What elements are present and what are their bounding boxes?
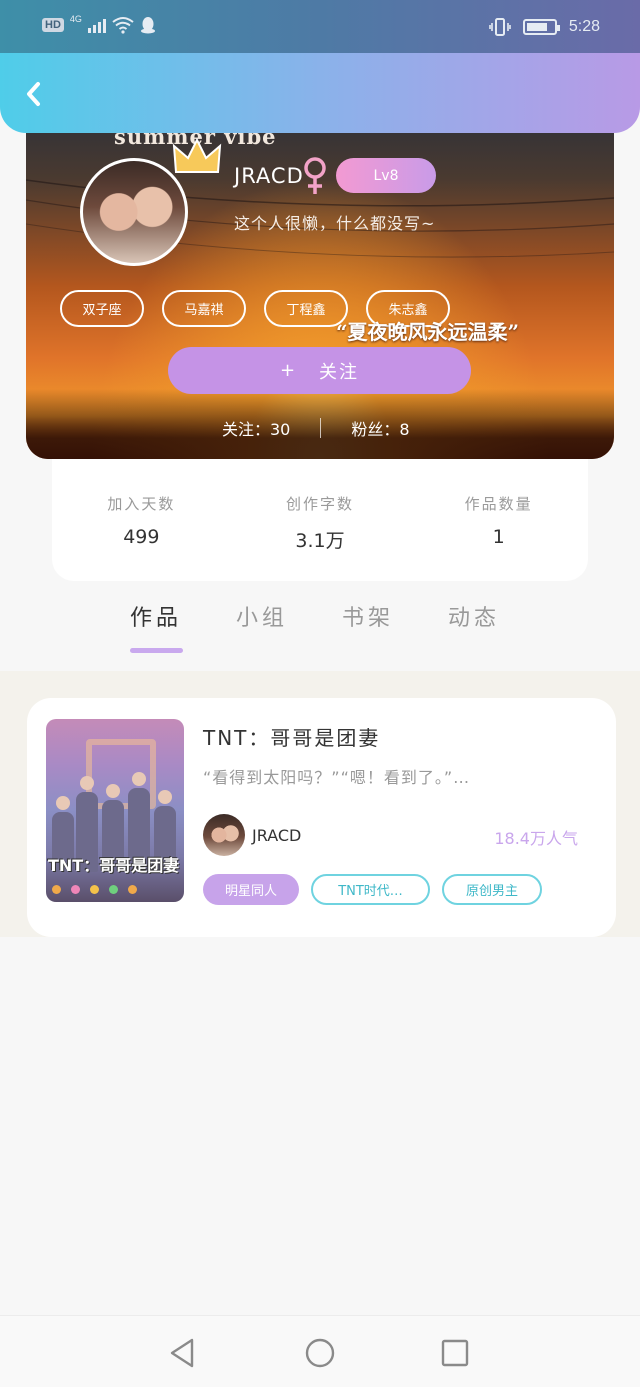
profile-tag[interactable]: 双子座	[60, 290, 144, 327]
work-tag[interactable]: TNT时代…	[311, 874, 430, 905]
recents-square-icon[interactable]	[438, 1336, 472, 1370]
stat-label: 创作字数	[286, 495, 355, 513]
stat-join-days: 加入天数 499	[52, 459, 231, 581]
bio-text: 这个人很懒，什么都没写~	[234, 214, 436, 233]
clock: 5:28	[568, 18, 600, 35]
wifi-icon	[112, 17, 134, 34]
author-name[interactable]: JRACD	[252, 826, 301, 845]
tab-activity[interactable]: 动态	[448, 600, 500, 632]
stat-value: 1	[492, 526, 505, 548]
back-button[interactable]	[16, 77, 50, 111]
profile-banner: summer vibe JRACD Lv8 这个人很懒，什么都没写~ 双子座 马…	[26, 100, 614, 459]
stat-word-count: 创作字数 3.1万	[231, 459, 410, 581]
signal-icon	[87, 17, 106, 33]
work-cover-image[interactable]: TNT：哥哥是团妻	[46, 719, 184, 902]
cover-dots-decoration	[52, 885, 137, 894]
crown-icon	[172, 137, 222, 173]
fans-count[interactable]: 粉丝：8	[351, 416, 409, 440]
cover-title: TNT：哥哥是团妻	[48, 856, 180, 875]
profile-tabs: 作品 小组 书架 动态	[130, 600, 500, 632]
work-card[interactable]: TNT：哥哥是团妻 TNT：哥哥是团妻 “看得到太阳吗？”“嗯！看到了。”… J…	[27, 698, 616, 937]
follow-button[interactable]: + 关注	[168, 347, 471, 394]
banner-quote: “夏夜晚风永远温柔”	[336, 320, 520, 344]
stat-value: 499	[123, 526, 160, 548]
work-title[interactable]: TNT：哥哥是团妻	[203, 722, 380, 751]
author-avatar[interactable]	[203, 814, 245, 856]
battery-icon	[522, 19, 560, 35]
top-header	[0, 53, 640, 133]
chevron-left-icon	[27, 82, 40, 106]
work-tag[interactable]: 原创男主	[442, 874, 542, 905]
hd-badge: HD	[42, 18, 64, 32]
vibrate-icon	[489, 18, 511, 36]
female-icon	[304, 157, 326, 194]
profile-tag[interactable]: 马嘉祺	[162, 290, 246, 327]
level-badge: Lv8	[336, 158, 436, 193]
back-triangle-icon[interactable]	[166, 1336, 200, 1370]
status-bar: HD 4G 5:28	[0, 0, 640, 56]
work-tags: 明星同人 TNT时代… 原创男主	[203, 874, 542, 905]
stat-works-count: 作品数量 1	[409, 459, 588, 581]
work-tag[interactable]: 明星同人	[203, 874, 299, 905]
following-count[interactable]: 关注：30	[222, 416, 290, 440]
avatar[interactable]	[80, 158, 188, 266]
qq-icon	[140, 17, 155, 34]
stat-label: 作品数量	[464, 495, 533, 513]
stats-card: 加入天数 499 创作字数 3.1万 作品数量 1	[52, 459, 588, 581]
tab-groups[interactable]: 小组	[236, 600, 288, 632]
follow-stats: 关注：30 粉丝：8	[222, 416, 410, 440]
tab-works[interactable]: 作品	[130, 600, 182, 632]
username: JRACD	[234, 164, 304, 188]
active-tab-indicator	[130, 648, 183, 653]
plus-icon: +	[279, 360, 298, 381]
popularity-count: 18.4万人气	[494, 829, 578, 848]
status-right: 5:28	[489, 17, 600, 37]
stat-label: 加入天数	[107, 495, 176, 513]
follow-button-label: 关注	[319, 361, 360, 383]
network-type-label: 4G	[69, 14, 82, 24]
status-left: HD 4G	[42, 14, 156, 34]
stat-value: 3.1万	[295, 530, 345, 552]
home-circle-icon[interactable]	[303, 1336, 337, 1370]
work-excerpt: “看得到太阳吗？”“嗯！看到了。”…	[203, 768, 471, 787]
system-navigation-bar	[0, 1315, 640, 1387]
divider	[320, 418, 322, 438]
tab-bookshelf[interactable]: 书架	[342, 600, 394, 632]
